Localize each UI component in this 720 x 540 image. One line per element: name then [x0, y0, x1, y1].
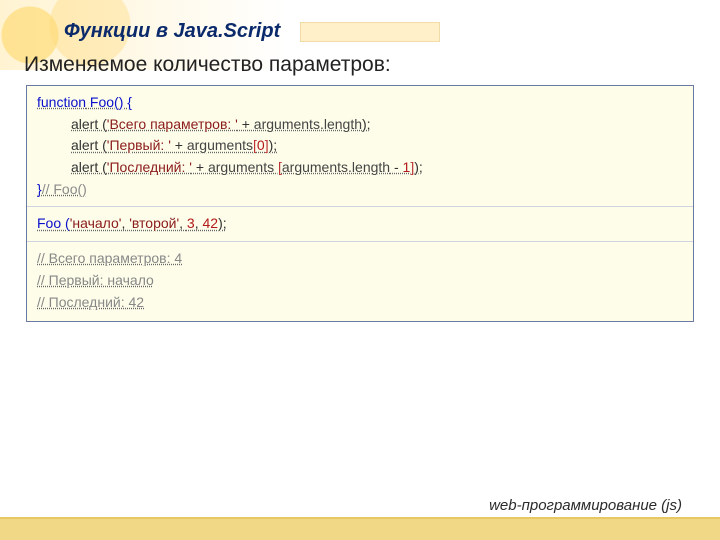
code-punct: ,: [179, 215, 187, 231]
code-op: +: [192, 159, 208, 175]
code-line-3: alert ('Последний: ' + arguments [argume…: [37, 157, 683, 179]
code-prop: length: [324, 116, 362, 132]
code-call-fn: Foo (: [37, 215, 70, 231]
code-prop: length: [352, 159, 390, 175]
slide-subtitle: Изменяемое количество параметров:: [0, 49, 720, 85]
code-op: -: [390, 159, 402, 175]
footer-bar: [0, 518, 720, 540]
code-call: alert (: [71, 137, 107, 153]
code-output-3: // Последний: 42: [37, 292, 683, 314]
code-divider: [27, 241, 693, 242]
code-line-1: alert ('Всего параметров: ' + arguments.…: [37, 114, 683, 136]
code-divider: [27, 206, 693, 207]
code-string: 'начало': [70, 215, 122, 231]
code-line-fn-close: }// Foo(): [37, 179, 683, 201]
code-punct: ,: [195, 215, 203, 231]
code-ident: arguments.: [254, 116, 324, 132]
code-ident: arguments: [187, 137, 253, 153]
code-output-2: // Первый: начало: [37, 270, 683, 292]
code-keyword: function: [37, 94, 86, 110]
code-output-1: // Всего параметров: 4: [37, 248, 683, 270]
code-line-2: alert ('Первый: ' + arguments[0]);: [37, 135, 683, 157]
code-comment: // Foo(): [42, 181, 87, 197]
code-op: +: [238, 116, 254, 132]
code-number: 42: [203, 215, 219, 231]
code-number: 3: [187, 215, 195, 231]
code-string: 'Всего параметров: ': [107, 116, 238, 132]
code-call: alert (: [71, 159, 107, 175]
code-punct: );: [269, 137, 278, 153]
code-string: 'второй': [129, 215, 179, 231]
code-box: function Foo() { alert ('Всего параметро…: [26, 85, 694, 322]
code-string: 'Последний: ': [107, 159, 192, 175]
code-line-fn-open: function Foo() {: [37, 92, 683, 114]
code-string: 'Первый: ': [107, 137, 171, 153]
code-number: 0: [257, 137, 265, 153]
code-call-line: Foo ('начало', 'второй', 3, 42);: [37, 213, 683, 235]
code-ident: arguments.: [282, 159, 352, 175]
code-fn-sig: Foo() {: [86, 94, 132, 110]
code-op: +: [171, 137, 187, 153]
code-punct: );: [362, 116, 371, 132]
code-ident: arguments: [208, 159, 278, 175]
footer-caption: web-программирование (js): [489, 497, 682, 514]
code-punct: );: [218, 215, 227, 231]
slide-title: Функции в Java.Script: [0, 0, 720, 49]
code-punct: );: [414, 159, 423, 175]
code-call: alert (: [71, 116, 107, 132]
